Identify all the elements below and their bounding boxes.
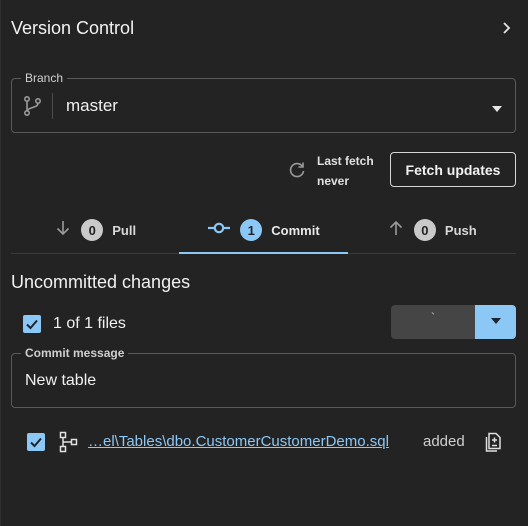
last-fetch-label: Last fetch	[317, 154, 374, 168]
push-count-badge: 0	[413, 219, 436, 241]
file-checkbox[interactable]	[27, 433, 45, 451]
files-summary: 1 of 1 files	[53, 315, 126, 332]
commit-icon	[207, 221, 231, 240]
file-path-link[interactable]: …el\Tables\dbo.CustomerCustomerDemo.sql	[88, 433, 389, 450]
vc-tabs: 0 Pull 1 Commit 0 Push	[11, 208, 516, 254]
version-control-panel: Version Control Branch master Last fetch…	[0, 0, 528, 526]
last-fetch-value: never	[317, 174, 350, 188]
tab-pull[interactable]: 0 Pull	[11, 208, 179, 252]
table-tree-icon	[59, 431, 79, 453]
tab-push-label: Push	[444, 222, 477, 238]
commit-button-label: `	[430, 310, 436, 325]
diff-document-icon[interactable]	[483, 431, 505, 453]
chevron-right-icon[interactable]	[495, 16, 519, 40]
caret-down-icon[interactable]	[491, 101, 503, 112]
git-branch-icon	[22, 95, 44, 117]
tab-push[interactable]: 0 Push	[348, 208, 516, 252]
fetch-updates-button[interactable]: Fetch updates	[390, 152, 516, 187]
tab-commit-label: Commit	[271, 222, 320, 238]
files-select-row: 1 of 1 files `	[23, 305, 516, 341]
pull-count-badge: 0	[81, 219, 104, 241]
commit-options-dropdown[interactable]	[475, 305, 516, 339]
tab-commit[interactable]: 1 Commit	[179, 208, 348, 254]
commit-message-field[interactable]: Commit message	[11, 346, 516, 408]
uncommitted-changes-title: Uncommitted changes	[11, 272, 191, 292]
list-item: …el\Tables\dbo.CustomerCustomerDemo.sql …	[27, 428, 519, 456]
commit-count-badge: 1	[240, 219, 263, 241]
refresh-icon	[287, 160, 307, 180]
tab-pull-label: Pull	[112, 222, 137, 238]
branch-value: master	[66, 96, 118, 115]
last-fetch-status: Last fetch never	[317, 151, 374, 191]
file-status: added	[423, 433, 465, 450]
caret-down-icon	[490, 313, 502, 331]
commit-message-label: Commit message	[21, 346, 129, 360]
commit-message-input[interactable]	[25, 372, 495, 390]
select-all-checkbox[interactable]	[23, 315, 41, 333]
branch-select[interactable]: Branch master	[11, 71, 516, 133]
branch-divider	[52, 93, 53, 119]
arrow-up-icon	[387, 219, 405, 242]
panel-title: Version Control	[11, 17, 135, 38]
arrow-down-icon	[54, 219, 72, 242]
fetch-row: Last fetch never Fetch updates	[1, 151, 528, 189]
commit-button[interactable]: `	[391, 305, 475, 339]
branch-label: Branch	[21, 71, 68, 85]
panel-header: Version Control	[11, 16, 519, 40]
